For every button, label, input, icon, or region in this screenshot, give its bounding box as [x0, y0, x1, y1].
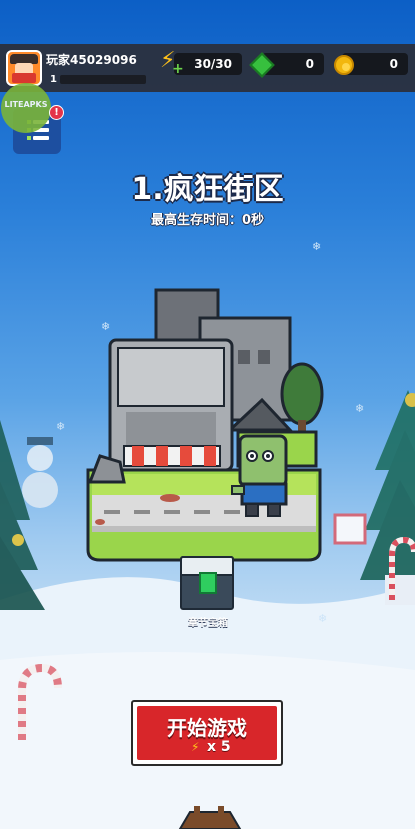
player-level: 1 — [50, 74, 57, 85]
start-button-face: 开始游戏 ⚡ x 5 — [137, 706, 277, 760]
snowflake-icon: ❄ — [318, 612, 328, 625]
start-game-button[interactable]: 开始游戏 ⚡ x 5 — [131, 700, 283, 766]
start-cost: x 5 — [207, 739, 231, 755]
quest-check — [27, 136, 31, 140]
watermark-text: LITEAPKS — [4, 100, 48, 109]
energy-add-icon[interactable]: + — [172, 62, 184, 76]
chapter-chest-button[interactable]: 章节宝箱 — [172, 556, 244, 630]
present — [333, 513, 367, 545]
alert-badge-icon: ! — [49, 105, 64, 120]
chest-label: 章节宝箱 — [188, 618, 228, 629]
top-bar: 玩家45029096 1 30/30 ⚡ + 0 0 — [0, 44, 415, 92]
stage-title: 1.疯狂街区 — [131, 172, 284, 207]
gem-value: 0 — [305, 57, 314, 71]
awning — [123, 445, 221, 467]
snowflake-icon: ❄ — [101, 320, 111, 333]
snowflake-icon: ❄ — [312, 240, 322, 253]
best-survival-time: 最高生存时间：0秒 — [150, 213, 265, 228]
road-shadow — [92, 526, 316, 532]
blood-spot — [160, 494, 180, 502]
player-name: 玩家45029096 — [46, 53, 137, 67]
energy-value: 30/30 — [194, 57, 232, 71]
island-tree — [280, 362, 324, 426]
blood-spot — [95, 519, 105, 525]
energy-cost-icon: ⚡ — [191, 740, 200, 754]
player-avatar[interactable] — [6, 50, 42, 86]
right-tree — [360, 390, 415, 580]
start-label: 开始游戏 — [167, 716, 247, 740]
quest-line — [33, 136, 49, 140]
snowflake-icon: ❄ — [56, 420, 66, 433]
snowman — [22, 437, 58, 508]
watermark-logo: LITEAPKS — [1, 83, 51, 133]
avatar-scarf — [12, 73, 36, 83]
xp-bar — [60, 75, 146, 84]
coin-value: 0 — [389, 57, 398, 71]
chest-core — [199, 572, 217, 594]
coin-icon — [334, 55, 354, 75]
snowflake-icon: ❄ — [355, 402, 365, 415]
